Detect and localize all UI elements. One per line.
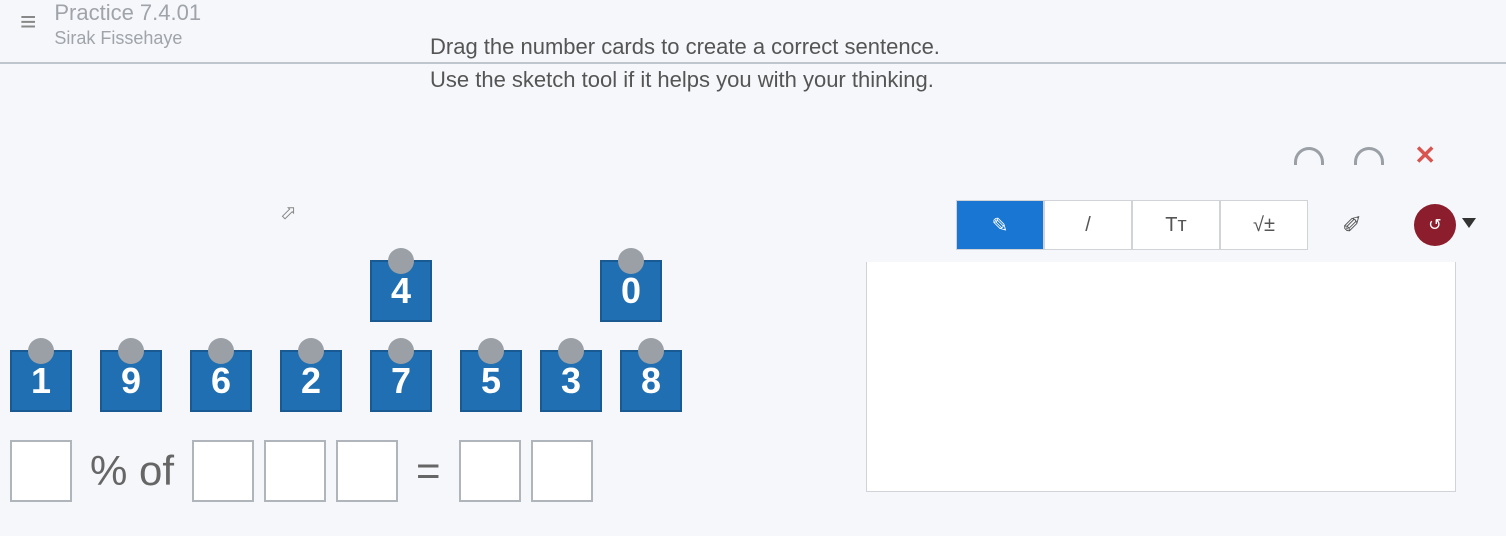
eraser-tool-button[interactable]: ✐ <box>1308 200 1396 250</box>
instruction-text: Drag the number cards to create a correc… <box>430 30 940 96</box>
card-pin-icon <box>388 338 414 364</box>
line-tool-button[interactable]: / <box>1044 200 1132 250</box>
number-card[interactable]: 1 <box>10 350 72 412</box>
drop-slot[interactable] <box>264 440 326 502</box>
drop-slot[interactable] <box>192 440 254 502</box>
percent-of-label: % of <box>90 447 174 495</box>
number-card[interactable]: 8 <box>620 350 682 412</box>
number-card[interactable]: 2 <box>280 350 342 412</box>
drop-slot[interactable] <box>10 440 72 502</box>
assignment-title: Practice 7.4.01 <box>54 0 201 26</box>
equation-row: % of = <box>10 440 593 502</box>
equals-label: = <box>416 447 441 495</box>
card-pin-icon <box>208 338 234 364</box>
redo-icon[interactable] <box>1354 147 1384 165</box>
color-picker-button[interactable]: ↺ <box>1414 204 1456 246</box>
edit-controls: ✕ <box>1294 140 1436 171</box>
instruction-line-1: Drag the number cards to create a correc… <box>430 30 940 63</box>
title-block: Practice 7.4.01 Sirak Fissehaye <box>54 0 201 49</box>
instruction-line-2: Use the sketch tool if it helps you with… <box>430 63 940 96</box>
pen-tool-button[interactable]: ✎ <box>956 200 1044 250</box>
drop-slot[interactable] <box>531 440 593 502</box>
number-card[interactable]: 7 <box>370 350 432 412</box>
card-pin-icon <box>638 338 664 364</box>
drop-slot[interactable] <box>336 440 398 502</box>
undo-icon[interactable] <box>1294 147 1324 165</box>
sketch-toolbar: ✎ / Tᴛ √± ✐ ↺ <box>956 200 1456 250</box>
card-pin-icon <box>28 338 54 364</box>
chevron-down-icon[interactable] <box>1462 218 1476 228</box>
number-card[interactable]: 3 <box>540 350 602 412</box>
card-pin-icon <box>298 338 324 364</box>
student-name: Sirak Fissehaye <box>54 28 201 49</box>
math-tool-button[interactable]: √± <box>1220 200 1308 250</box>
number-card[interactable]: 6 <box>190 350 252 412</box>
close-icon[interactable]: ✕ <box>1414 140 1436 171</box>
drop-slot[interactable] <box>459 440 521 502</box>
sketch-canvas[interactable] <box>866 262 1456 492</box>
text-tool-button[interactable]: Tᴛ <box>1132 200 1220 250</box>
number-card[interactable]: 0 <box>600 260 662 322</box>
card-pin-icon <box>478 338 504 364</box>
number-card[interactable]: 5 <box>460 350 522 412</box>
hamburger-menu-icon[interactable]: ≡ <box>20 6 36 38</box>
swirl-icon: ↺ <box>1428 215 1441 235</box>
card-pin-icon <box>388 248 414 274</box>
card-pin-icon <box>558 338 584 364</box>
card-pin-icon <box>118 338 144 364</box>
card-pin-icon <box>618 248 644 274</box>
number-card[interactable]: 4 <box>370 260 432 322</box>
cursor-icon: ⬀ <box>280 200 297 225</box>
number-card[interactable]: 9 <box>100 350 162 412</box>
